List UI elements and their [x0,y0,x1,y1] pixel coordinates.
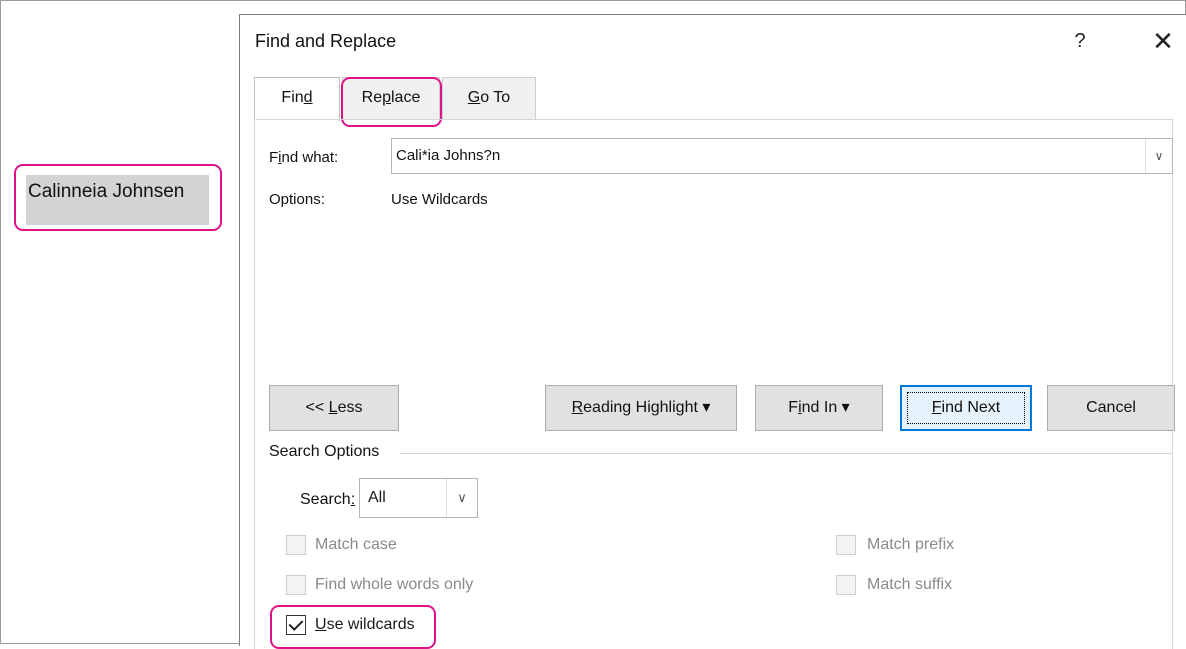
find-next-button[interactable]: Find Next [900,385,1032,431]
find-in-button[interactable]: Find In ▾ [755,385,883,431]
cancel-button[interactable]: Cancel [1047,385,1175,431]
chevron-down-icon[interactable]: ∨ [446,479,477,517]
chevron-down-icon[interactable]: ∨ [1145,139,1172,173]
match-prefix-checkbox[interactable] [836,535,856,555]
help-button[interactable]: ? [1065,25,1095,57]
match-suffix-label: Match suffix [867,576,953,593]
options-label: Options: [269,191,325,208]
focus-rectangle [907,392,1025,424]
search-direction-select[interactable]: All ∨ [359,478,478,518]
dialog-title: Find and Replace [255,31,397,51]
find-what-label: Find what: [269,149,339,166]
close-icon[interactable]: ✕ [1145,23,1181,59]
use-wildcards-label: Use wildcards [315,616,415,633]
find-replace-dialog: Find and Replace ? ✕ Find Replace Go To … [239,14,1186,649]
dialog-titlebar: Find and Replace ? ✕ [240,15,1186,67]
find-what-value: Cali*ia Johns?n [396,147,501,164]
find-what-input[interactable]: Cali*ia Johns?n ∨ [391,138,1173,174]
reading-highlight-button[interactable]: Reading Highlight ▾ [545,385,737,431]
match-case-checkbox[interactable] [286,535,306,555]
match-prefix-label: Match prefix [867,536,955,553]
whole-words-label: Find whole words only [315,576,474,593]
match-case-label: Match case [315,536,397,553]
tab-goto[interactable]: Go To [442,77,536,119]
tab-replace[interactable]: Replace [342,77,440,119]
use-wildcards-checkbox[interactable] [286,615,306,635]
whole-words-checkbox[interactable] [286,575,306,595]
search-options-heading: Search Options [269,443,384,461]
search-direction-value: All [368,489,386,506]
search-direction-label: Search: [300,491,356,508]
document-area[interactable]: Calinneia Johnsen [1,1,239,643]
options-value: Use Wildcards [391,191,488,208]
search-options-divider [400,453,1173,454]
less-button[interactable]: << Less [269,385,399,431]
match-suffix-checkbox[interactable] [836,575,856,595]
tab-find[interactable]: Find [254,77,340,121]
selected-document-text[interactable]: Calinneia Johnsen [26,175,209,225]
